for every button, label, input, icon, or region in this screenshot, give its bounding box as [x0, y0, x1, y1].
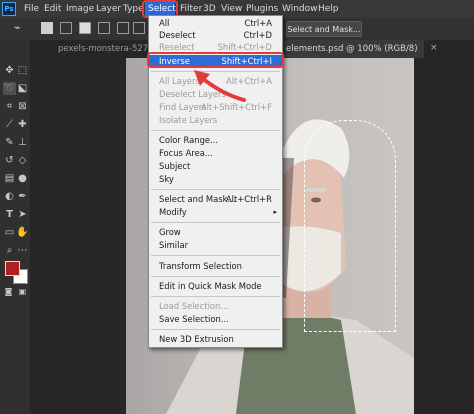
- add-to-selection-icon[interactable]: [60, 22, 72, 34]
- marching-ants-selection: [304, 120, 396, 332]
- type-icon[interactable]: T: [3, 208, 16, 221]
- screen-mode-icon[interactable]: ▣: [16, 285, 29, 298]
- brush-icon[interactable]: ✎: [3, 136, 16, 149]
- intersect-selection-icon[interactable]: [133, 22, 145, 34]
- hand-icon[interactable]: ✋: [16, 226, 29, 239]
- menu-separator: [151, 296, 280, 297]
- move-tool-icon[interactable]: ✥: [3, 64, 16, 77]
- menu-item-similar[interactable]: Similar: [149, 240, 282, 251]
- menu-help[interactable]: Help: [318, 0, 339, 18]
- menu-separator: [151, 130, 280, 131]
- select-and-mask-button[interactable]: Select and Mask...: [286, 21, 362, 37]
- dodge-icon[interactable]: ◐: [3, 190, 16, 203]
- menu-separator: [151, 255, 280, 256]
- menu-item-quick-mask[interactable]: Edit in Quick Mask Mode: [149, 281, 282, 292]
- eyedropper-icon[interactable]: ⟋: [3, 118, 16, 131]
- menu-window[interactable]: Window: [282, 0, 318, 18]
- photoshop-logo: Ps: [2, 2, 16, 16]
- more-tools-icon[interactable]: ⋯: [16, 244, 29, 257]
- subtract-selection-icon[interactable]: [117, 22, 129, 34]
- frame-tool-icon[interactable]: ⊠: [16, 100, 29, 113]
- add-selection-mode-icon[interactable]: [98, 22, 110, 34]
- menu-item-save-selection[interactable]: Save Selection...: [149, 314, 282, 325]
- healing-brush-icon[interactable]: ✚: [16, 118, 29, 131]
- zoom-icon[interactable]: ⌕: [3, 244, 16, 257]
- menu-item-subject[interactable]: Subject: [149, 161, 282, 172]
- menu-item-select-and-mask[interactable]: Select and Mask... Alt+Ctrl+R: [149, 194, 282, 205]
- menu-item-focus-area[interactable]: Focus Area...: [149, 148, 282, 159]
- new-selection-icon[interactable]: [41, 22, 53, 34]
- path-select-icon[interactable]: ➤: [16, 208, 29, 221]
- rectangle-icon[interactable]: ▭: [3, 226, 16, 239]
- menu-separator: [151, 222, 280, 223]
- menu-separator: [151, 329, 280, 330]
- lasso-tool-icon[interactable]: ➰: [3, 82, 16, 95]
- quick-mask-icon[interactable]: ◙: [2, 285, 15, 298]
- menu-edit[interactable]: Edit: [44, 0, 61, 18]
- eraser-icon[interactable]: ◇: [16, 154, 29, 167]
- tab-elements-psd[interactable]: elements.psd @ 100% (RGB/8): [280, 40, 424, 58]
- menu-item-sky[interactable]: Sky: [149, 174, 282, 185]
- menu-item-color-range[interactable]: Color Range...: [149, 135, 282, 146]
- tools-panel: ✥ ⬚ ➰ ⬕ ⌗ ⊠ ⟋ ✚ ✎ ⊥ ↺ ◇ ▤ ● ◐ ✒ T ➤ ▭ ✋ …: [0, 40, 31, 414]
- blur-icon[interactable]: ●: [16, 172, 29, 185]
- menu-item-grow[interactable]: Grow: [149, 227, 282, 238]
- marquee-tool-icon[interactable]: ⬚: [16, 64, 29, 77]
- gradient-icon[interactable]: ▤: [3, 172, 16, 185]
- menu-item-all[interactable]: All Ctrl+A: [149, 18, 282, 29]
- menu-layer[interactable]: Layer: [96, 0, 121, 18]
- submenu-arrow-icon: ▸: [273, 208, 277, 216]
- pen-icon[interactable]: ✒: [16, 190, 29, 203]
- foreground-color-swatch[interactable]: [5, 261, 20, 276]
- lasso-preset-icon[interactable]: ⌁: [14, 21, 28, 35]
- menu-image[interactable]: Image: [66, 0, 94, 18]
- menu-item-load-selection[interactable]: Load Selection...: [149, 301, 282, 312]
- menu-type[interactable]: Type: [123, 0, 144, 18]
- menu-file[interactable]: File: [24, 0, 39, 18]
- crop-tool-icon[interactable]: ⌗: [3, 100, 16, 113]
- close-tab-icon[interactable]: ×: [430, 43, 438, 53]
- object-select-icon[interactable]: ⬕: [16, 82, 29, 95]
- menu-separator: [151, 276, 280, 277]
- new-selection-mode-icon[interactable]: [79, 22, 91, 34]
- annotation-arrow-icon: [194, 70, 246, 102]
- menu-item-new-3d-extrusion[interactable]: New 3D Extrusion: [149, 334, 282, 345]
- history-brush-icon[interactable]: ↺: [3, 154, 16, 167]
- menu-item-deselect[interactable]: Deselect Ctrl+D: [149, 30, 282, 41]
- menu-item-modify[interactable]: Modify ▸: [149, 207, 282, 218]
- menu-item-transform-selection[interactable]: Transform Selection: [149, 261, 282, 272]
- clone-stamp-icon[interactable]: ⊥: [16, 136, 29, 149]
- menu-item-isolate-layers[interactable]: Isolate Layers: [149, 115, 282, 126]
- menu-separator: [151, 189, 280, 190]
